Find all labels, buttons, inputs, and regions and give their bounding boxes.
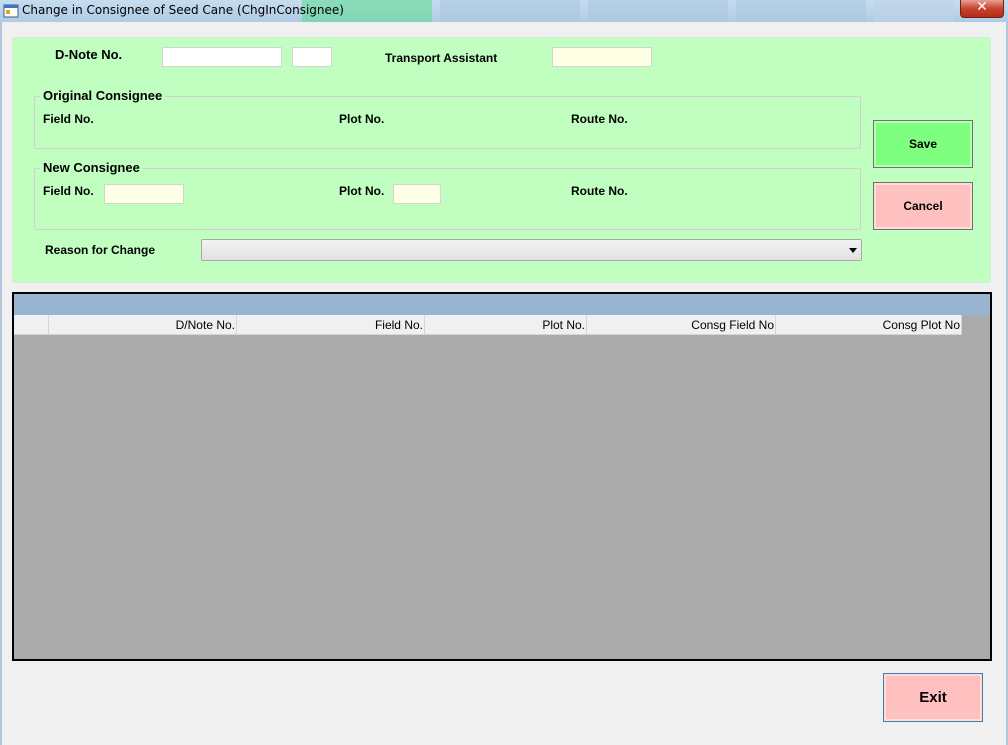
cancel-button[interactable]: Cancel <box>873 182 973 230</box>
original-plot-label: Plot No. <box>339 112 385 126</box>
transport-assistant-input[interactable] <box>552 47 652 67</box>
close-button[interactable]: ✕ <box>960 0 1004 18</box>
dnote-label: D-Note No. <box>55 47 123 62</box>
column-header-dnote[interactable]: D/Note No. <box>49 315 237 335</box>
background-window-tab <box>588 0 728 22</box>
exit-button[interactable]: Exit <box>883 673 983 722</box>
column-header-field[interactable]: Field No. <box>237 315 425 335</box>
original-route-label: Route No. <box>571 112 628 126</box>
original-consignee-title: Original Consignee <box>40 88 166 103</box>
background-window-tab <box>874 0 954 22</box>
dnote-input[interactable] <box>162 47 282 67</box>
transport-assistant-label: Transport Assistant <box>385 51 498 65</box>
chevron-down-icon[interactable] <box>849 248 857 253</box>
close-icon: ✕ <box>976 0 988 15</box>
new-consignee-title: New Consignee <box>40 160 143 175</box>
window-title: Change in Consignee of Seed Cane (ChgInC… <box>22 3 344 17</box>
window-border-left <box>0 22 2 745</box>
new-plot-label: Plot No. <box>339 184 385 198</box>
background-window-tab <box>736 0 866 22</box>
new-route-label: Route No. <box>571 184 628 198</box>
dnote-suffix-input[interactable] <box>292 47 332 67</box>
title-bar: Change in Consignee of Seed Cane (ChgInC… <box>0 0 1008 22</box>
reason-label: Reason for Change <box>45 243 156 257</box>
original-consignee-group: Original Consignee <box>34 88 861 149</box>
grid-header-row: D/Note No. Field No. Plot No. Consg Fiel… <box>14 315 962 335</box>
reason-select[interactable] <box>201 239 862 261</box>
save-button[interactable]: Save <box>873 120 973 168</box>
grid-caption-bar <box>14 294 990 315</box>
column-header-consg-plot[interactable]: Consg Plot No <box>776 315 962 335</box>
app-window-icon <box>3 4 19 18</box>
background-window-tab <box>440 0 580 22</box>
grid-row-header[interactable] <box>14 315 49 335</box>
column-header-plot[interactable]: Plot No. <box>425 315 587 335</box>
original-field-label: Field No. <box>43 112 94 126</box>
column-header-consg-field[interactable]: Consg Field No <box>587 315 776 335</box>
new-field-label: Field No. <box>43 184 94 198</box>
consignee-grid[interactable]: D/Note No. Field No. Plot No. Consg Fiel… <box>12 292 992 661</box>
new-plot-input[interactable] <box>393 184 441 204</box>
new-field-input[interactable] <box>104 184 184 204</box>
